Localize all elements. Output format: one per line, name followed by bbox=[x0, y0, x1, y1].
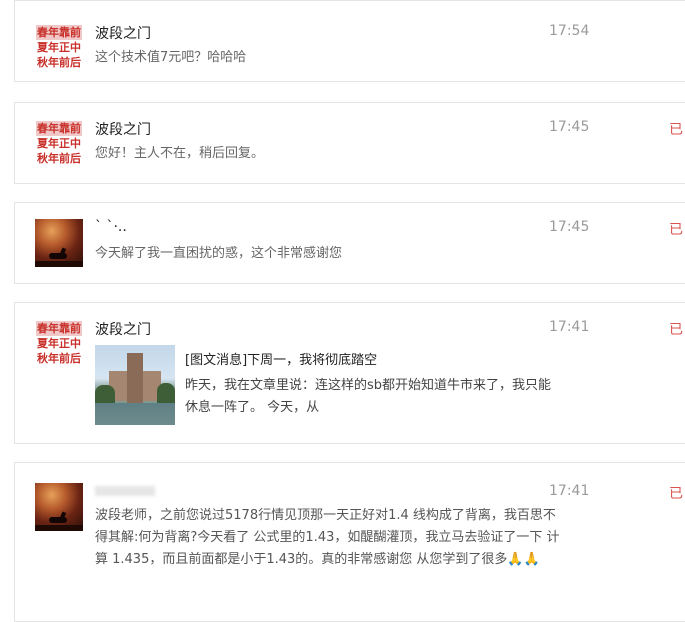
sender-name[interactable]: 波段之门 bbox=[95, 319, 151, 339]
avatar-ground bbox=[35, 261, 83, 267]
article-title[interactable]: [图文消息]下周一，我将彻底踏空 bbox=[185, 349, 377, 368]
message-time: 17:54 bbox=[549, 23, 590, 39]
horse-icon bbox=[49, 253, 67, 259]
water bbox=[95, 403, 175, 425]
article-thumbnail[interactable] bbox=[95, 345, 175, 425]
horse-icon bbox=[49, 517, 67, 523]
tree bbox=[157, 383, 175, 405]
message-card[interactable]: 春年靠前 夏年正中 秋年前后 波段之门 17:41 已 [图文消息]下周一，我将… bbox=[14, 302, 685, 444]
building-tower bbox=[127, 353, 143, 403]
message-text: 今天解了我一直困扰的惑，这个非常感谢您 bbox=[95, 246, 343, 261]
message-time: 17:45 bbox=[549, 119, 590, 135]
message-text: 这个技术值7元吧？哈哈哈 bbox=[95, 50, 247, 65]
avatar[interactable]: 春年靠前 夏年正中 秋年前后 bbox=[35, 23, 83, 71]
avatar[interactable] bbox=[35, 219, 83, 267]
tree bbox=[95, 385, 115, 405]
message-card[interactable]: 春年靠前 夏年正中 秋年前后 波段之门 17:45 已 您好！主人不在，稍后回复… bbox=[14, 102, 685, 184]
avatar[interactable] bbox=[35, 483, 83, 531]
message-card[interactable]: 春年靠前 夏年正中 秋年前后 波段之门 17:54 这个技术值7元吧？哈哈哈 bbox=[14, 0, 685, 82]
message-text: 您好！主人不在，稍后回复。 bbox=[95, 146, 265, 161]
message-time: 17:45 bbox=[549, 219, 590, 235]
avatar[interactable]: 春年靠前 夏年正中 秋年前后 bbox=[35, 319, 83, 367]
sender-name[interactable]: 波段之门 bbox=[95, 23, 151, 43]
avatar-ground bbox=[35, 525, 83, 531]
message-text: 波段老师，之前您说过5178行情见顶那一天正好对1.4 线构成了背离，我百思不得… bbox=[95, 508, 560, 567]
avatar[interactable]: 春年靠前 夏年正中 秋年前后 bbox=[35, 119, 83, 167]
message-card[interactable]: 17:41 已 波段老师，之前您说过5178行情见顶那一天正好对1.4 线构成了… bbox=[14, 462, 685, 622]
sender-name[interactable]: 波段之门 bbox=[95, 119, 151, 139]
message-time: 17:41 bbox=[549, 483, 590, 499]
sender-name[interactable] bbox=[95, 483, 155, 499]
blurred-name bbox=[95, 486, 155, 496]
reply-link[interactable]: 已 bbox=[669, 483, 683, 503]
message-time: 17:41 bbox=[549, 319, 590, 335]
reply-link[interactable]: 已 bbox=[669, 119, 683, 139]
reply-link[interactable]: 已 bbox=[669, 219, 683, 239]
article-excerpt: 昨天，我在文章里说：连这样的sb都开始知道牛市来了，我只能休息一阵了。 今天，从 bbox=[185, 378, 552, 415]
reply-link[interactable]: 已 bbox=[669, 319, 683, 339]
message-card[interactable]: ` `·.. 17:45 已 今天解了我一直困扰的惑，这个非常感谢您 bbox=[14, 202, 685, 284]
sender-name[interactable]: ` `·.. bbox=[95, 219, 127, 235]
